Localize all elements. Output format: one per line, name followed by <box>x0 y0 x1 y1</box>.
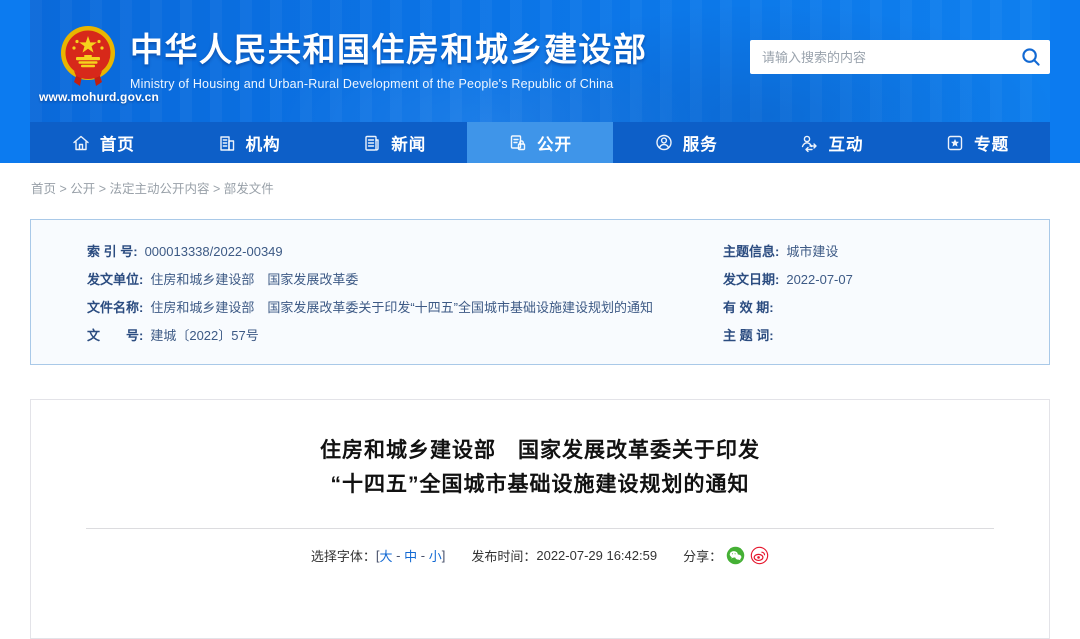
nav-tab-label: 新闻 <box>391 131 426 155</box>
breadcrumb-ministry-documents[interactable]: 部发文件 <box>224 182 274 196</box>
info-label: 有 效 期: <box>723 294 774 322</box>
site-url: www.mohurd.gov.cn <box>24 90 174 104</box>
info-value: 建城〔2022〕57号 <box>150 322 258 350</box>
national-emblem-logo <box>60 24 116 88</box>
nav-tab-services[interactable]: 服务 <box>613 122 759 163</box>
search-icon <box>1021 47 1041 67</box>
search-input[interactable] <box>750 50 1012 65</box>
site-title-en: Ministry of Housing and Urban-Rural Deve… <box>130 77 648 91</box>
top-blue-zone: www.mohurd.gov.cn 中华人民共和国住房和城乡建设部 Minist… <box>0 0 1080 163</box>
star-square-icon <box>945 133 965 153</box>
home-icon <box>71 133 91 153</box>
breadcrumb-statutory-disclosure[interactable]: 法定主动公开内容 <box>110 182 210 196</box>
article-box: 住房和城乡建设部 国家发展改革委关于印发 “十四五”全国城市基础设施建设规划的通… <box>30 399 1050 639</box>
info-label: 索 引 号: <box>87 238 138 266</box>
article-title-line1: 住房和城乡建设部 国家发展改革委关于印发 <box>31 434 1049 468</box>
documents-lock-icon <box>508 133 528 153</box>
info-row-document-number: 文 号: 建城〔2022〕57号 <box>87 322 723 350</box>
info-value: 城市建设 <box>786 238 838 266</box>
nav-tab-label: 机构 <box>246 131 281 155</box>
site-title-cn: 中华人民共和国住房和城乡建设部 <box>130 28 648 72</box>
nav-tab-topics[interactable]: 专题 <box>904 122 1050 163</box>
info-value: 000013338/2022-00349 <box>145 238 283 266</box>
breadcrumb-disclosure[interactable]: 公开 <box>70 182 95 196</box>
breadcrumb-home[interactable]: 首页 <box>31 182 56 196</box>
wechat-icon[interactable] <box>726 546 745 565</box>
info-row-topic-info: 主题信息: 城市建设 <box>723 238 1039 266</box>
info-row-issue-date: 发文日期: 2022-07-07 <box>723 266 1039 294</box>
info-label: 发文日期: <box>723 266 779 294</box>
article-title-line2: “十四五”全国城市基础设施建设规划的通知 <box>31 468 1049 502</box>
info-label: 文 号: <box>87 322 143 350</box>
newspaper-icon <box>362 133 382 153</box>
interaction-person-arrows-icon <box>799 133 819 153</box>
share-icons <box>726 546 769 565</box>
article-title: 住房和城乡建设部 国家发展改革委关于印发 “十四五”全国城市基础设施建设规划的通… <box>31 434 1049 502</box>
font-size-separator: - <box>393 548 405 563</box>
publish-time-value: 2022-07-29 16:42:59 <box>536 548 657 563</box>
font-size-medium-link[interactable]: 中 <box>404 546 417 565</box>
nav-tab-label: 互动 <box>828 131 863 155</box>
service-person-icon <box>654 133 674 153</box>
breadcrumb-separator: > <box>95 182 109 196</box>
breadcrumb: 首页 > 公开 > 法定主动公开内容 > 部发文件 <box>29 163 1051 197</box>
article-meta-row: 选择字体：[大 - 中 - 小] 发布时间：2022-07-29 16:42:5… <box>31 546 1049 565</box>
breadcrumb-separator: > <box>210 182 224 196</box>
publish-time-label: 发布时间： <box>471 546 536 565</box>
share-label: 分享： <box>683 546 722 565</box>
nav-tab-interaction[interactable]: 互动 <box>759 122 905 163</box>
info-row-issuing-unit: 发文单位: 住房和城乡建设部 国家发展改革委 <box>87 266 723 294</box>
main-nav: 首页 机构 新闻 公开 服务 <box>30 122 1050 163</box>
weibo-icon[interactable] <box>750 546 769 565</box>
info-row-keywords: 主 题 词: <box>723 322 1039 350</box>
breadcrumb-separator: > <box>56 182 70 196</box>
document-info-box: 索 引 号: 000013338/2022-00349 发文单位: 住房和城乡建… <box>30 219 1050 365</box>
info-value: 2022-07-07 <box>786 266 853 294</box>
building-icon <box>217 133 237 153</box>
nav-tab-label: 首页 <box>100 131 135 155</box>
info-row-index-number: 索 引 号: 000013338/2022-00349 <box>87 238 723 266</box>
info-row-document-name: 文件名称: 住房和城乡建设部 国家发展改革委关于印发“十四五”全国城市基础设施建… <box>87 294 723 322</box>
info-label: 发文单位: <box>87 266 143 294</box>
font-selector-close-bracket: ] <box>442 548 446 563</box>
info-value: 住房和城乡建设部 国家发展改革委关于印发“十四五”全国城市基础设施建设规划的通知 <box>150 294 653 322</box>
font-size-separator: - <box>417 548 429 563</box>
nav-tab-orgs[interactable]: 机构 <box>176 122 322 163</box>
nav-tab-news[interactable]: 新闻 <box>321 122 467 163</box>
info-label: 主题信息: <box>723 238 779 266</box>
nav-tab-home[interactable]: 首页 <box>30 122 176 163</box>
info-row-validity: 有 效 期: <box>723 294 1039 322</box>
nav-tab-disclosure[interactable]: 公开 <box>467 122 613 163</box>
info-value: 住房和城乡建设部 国家发展改革委 <box>150 266 358 294</box>
nav-tab-label: 服务 <box>683 131 718 155</box>
search-box <box>750 40 1050 74</box>
nav-tab-label: 公开 <box>537 131 572 155</box>
site-header: www.mohurd.gov.cn 中华人民共和国住房和城乡建设部 Minist… <box>30 0 1050 122</box>
info-label: 主 题 词: <box>723 322 774 350</box>
info-label: 文件名称: <box>87 294 143 322</box>
title-divider <box>86 528 994 529</box>
font-selector-label: 选择字体： <box>311 546 376 565</box>
font-size-large-link[interactable]: 大 <box>380 546 393 565</box>
nav-tab-label: 专题 <box>974 131 1009 155</box>
search-button[interactable] <box>1012 40 1050 74</box>
font-size-small-link[interactable]: 小 <box>429 546 442 565</box>
